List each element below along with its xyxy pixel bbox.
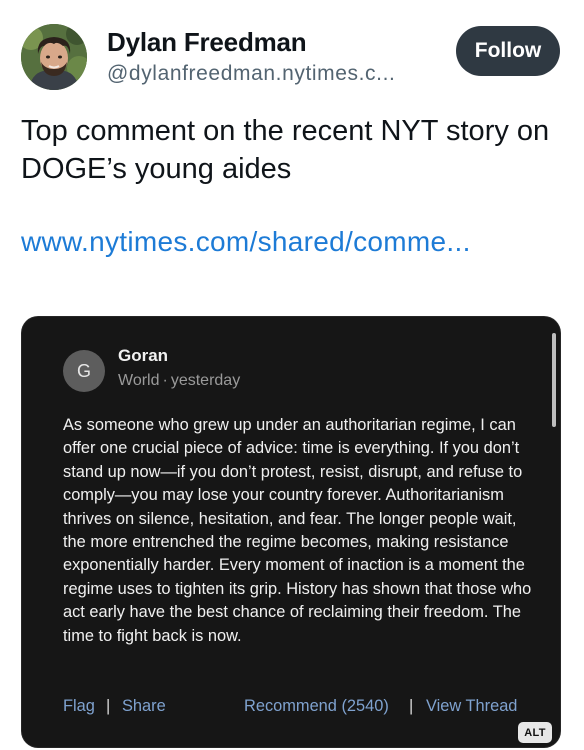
commenter-location: World [118, 372, 160, 389]
post-header: Dylan Freedman @dylanfreedman.nytimes.c.… [0, 0, 584, 100]
card-scrollbar [552, 333, 556, 427]
comment-meta: World · yesterday [118, 372, 240, 390]
comment-actions: Flag | Share Recommend (2540) | View Thr… [63, 697, 533, 721]
recommend-link: Recommend (2540) [244, 697, 389, 715]
comment-time: yesterday [170, 372, 241, 389]
comment-screenshot-card[interactable]: G Goran World · yesterday As someone who g… [22, 317, 560, 747]
follow-button[interactable]: Follow [456, 26, 560, 76]
author-name[interactable]: Dylan Freedman [107, 27, 307, 58]
author-photo [21, 24, 87, 90]
comment-body: As someone who grew up under an authorit… [63, 414, 533, 648]
meta-separator: · [162, 372, 168, 389]
post-text: Top comment on the recent NYT story on D… [21, 115, 550, 185]
author-handle[interactable]: @dylanfreedman.nytimes.c... [107, 62, 395, 86]
share-link: Share [122, 697, 166, 715]
author-avatar[interactable] [21, 24, 87, 90]
commenter-name: Goran [118, 346, 169, 365]
commenter-avatar: G [63, 350, 105, 392]
flag-link: Flag [63, 697, 95, 715]
action-divider: | [409, 697, 414, 715]
view-thread-link: View Thread [426, 697, 518, 715]
post-link[interactable]: www.nytimes.com/shared/comme... [21, 226, 471, 258]
alt-text-badge[interactable]: ALT [518, 722, 552, 743]
comment-text: As someone who grew up under an authorit… [63, 416, 532, 645]
action-divider: | [106, 697, 111, 715]
